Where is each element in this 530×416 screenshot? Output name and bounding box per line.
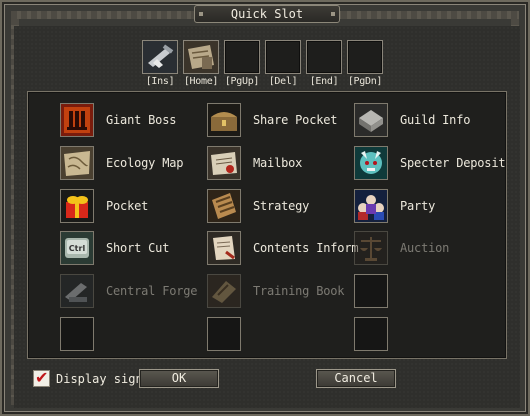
hotkey-label: [Del] [268,76,298,87]
window-title[interactable]: Quick Slot [194,5,340,23]
guild-info-icon [354,103,388,137]
empty-slot[interactable] [60,317,94,351]
giant-boss-icon [60,103,94,137]
ecology-map-icon [60,146,94,180]
item-label: Short Cut [106,241,170,255]
svg-text:Ctrl: Ctrl [69,244,86,253]
hotkey-slot[interactable] [306,40,342,74]
specter-deposit-icon [354,146,388,180]
hotkey-label: [Ins] [145,76,175,87]
auction-scale-icon [354,231,388,265]
hotkey-slot-pgup[interactable]: [PgUp] [224,40,260,87]
item-short-cut[interactable]: Ctrl Short Cut [60,231,169,265]
contents-inform-scroll-icon [207,231,241,265]
item-auction[interactable]: Auction [354,231,449,265]
item-giant-boss[interactable]: Giant Boss [60,103,176,137]
item-share-pocket[interactable]: Share Pocket [207,103,337,137]
item-label: Mailbox [253,156,303,170]
item-ecology-map[interactable]: Ecology Map [60,146,183,180]
hotkey-slot[interactable] [142,40,178,74]
item-label: Share Pocket [253,113,338,127]
display-sign-label: Display sign [56,372,143,386]
hotkey-slot-home[interactable]: [Home] [183,40,219,87]
empty-slot[interactable] [354,317,388,351]
hotkey-slot[interactable] [224,40,260,74]
empty-slot[interactable] [354,274,388,308]
item-label: Specter Deposit [400,156,506,170]
item-guild-info[interactable]: Guild Info [354,103,470,137]
mailbox-letter-icon [207,146,241,180]
party-group-icon [354,189,388,223]
item-central-forge[interactable]: Central Forge [60,274,198,308]
item-specter-deposit[interactable]: Specter Deposit [354,146,506,180]
cancel-button[interactable]: Cancel [316,369,396,388]
hotkey-slot[interactable] [183,40,219,74]
item-label: Guild Info [400,113,471,127]
hotkey-slot-ins[interactable]: [Ins] [142,40,178,87]
item-label: Party [400,199,436,213]
item-label: Training Book [253,284,345,298]
hotkey-label: [PgDn] [347,76,383,87]
quick-slot-window: Quick Slot [Ins] [Home] [PgUp] [Del] [En… [0,0,530,416]
item-label: Giant Boss [106,113,177,127]
item-party[interactable]: Party [354,189,435,223]
pocket-gift-icon [60,189,94,223]
hotkey-slot-del[interactable]: [Del] [265,40,301,87]
pickaxe-icon [143,41,177,73]
hotkey-slot[interactable] [347,40,383,74]
ok-button[interactable]: OK [139,369,219,388]
checkmark-icon: ✔ [35,368,49,387]
hotkey-bar: [Ins] [Home] [PgUp] [Del] [End] [PgDn] [142,40,392,88]
item-mailbox[interactable]: Mailbox [207,146,302,180]
item-label: Pocket [106,199,149,213]
item-strategy[interactable]: Strategy [207,189,309,223]
strategy-scroll-icon [207,189,241,223]
empty-slot[interactable] [207,317,241,351]
item-training-book[interactable]: Training Book [207,274,345,308]
display-sign-checkbox[interactable]: ✔ [33,368,50,387]
hotkey-label: [Home] [183,76,219,87]
training-book-icon [207,274,241,308]
item-label: Ecology Map [106,156,184,170]
item-label: Contents Inform [253,241,359,255]
hotkey-slot-pgdn[interactable]: [PgDn] [347,40,383,87]
map-scroll-icon [184,41,218,73]
item-pocket[interactable]: Pocket [60,189,148,223]
item-contents-inform[interactable]: Contents Inform [207,231,359,265]
hotkey-label: [PgUp] [224,76,260,87]
forge-anvil-icon [60,274,94,308]
item-label: Auction [400,241,450,255]
item-label: Strategy [253,199,310,213]
ctrl-key-icon: Ctrl [60,231,94,265]
item-label: Central Forge [106,284,198,298]
hotkey-slot-end[interactable]: [End] [306,40,342,87]
hotkey-label: [End] [309,76,339,87]
hotkey-slot[interactable] [265,40,301,74]
share-pocket-chest-icon [207,103,241,137]
